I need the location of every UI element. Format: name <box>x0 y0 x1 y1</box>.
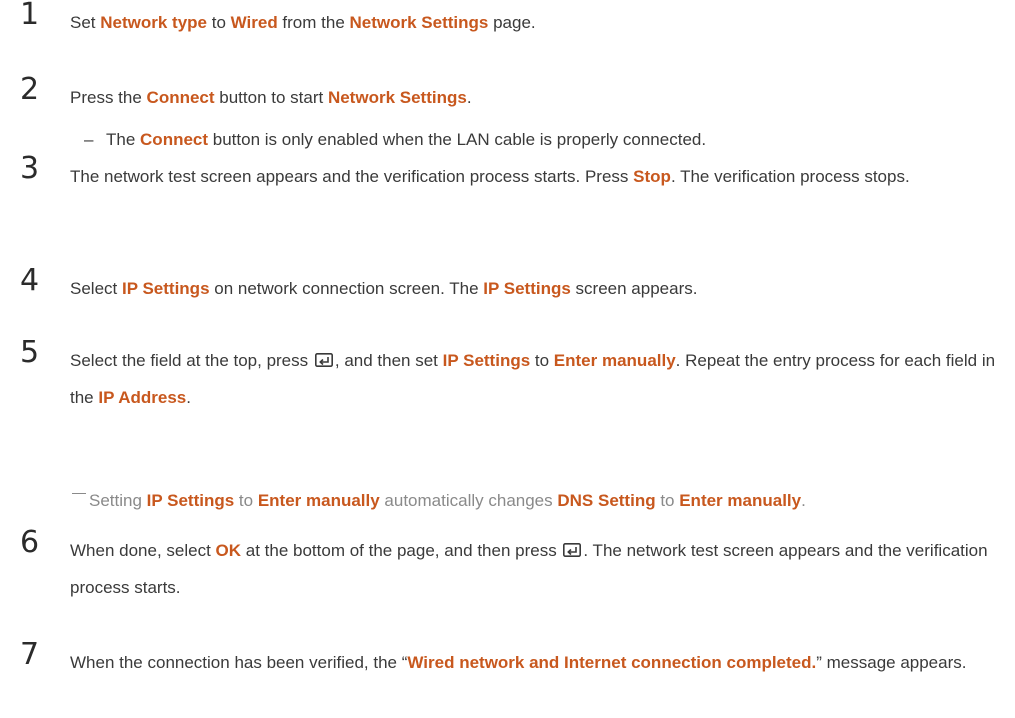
step-number: 3 <box>20 151 40 186</box>
step-text: The network test screen appears and the … <box>70 167 910 186</box>
note-dns-setting: Setting IP Settings to Enter manually au… <box>72 488 806 514</box>
note-connect-enabled: – The Connect button is only enabled when… <box>84 127 706 153</box>
step-number: 6 <box>20 525 40 560</box>
step-text: Press the Connect button to start Networ… <box>70 88 472 107</box>
step-text: When done, select OK at the bottom of th… <box>70 541 988 597</box>
enter-key-icon <box>314 353 333 367</box>
note-dash: – <box>84 130 94 149</box>
step-number: 4 <box>20 263 40 298</box>
step-text: When the connection has been verified, t… <box>70 653 967 672</box>
step-text: Set Network type to Wired from the Netwo… <box>70 13 536 32</box>
step-number: 1 <box>20 0 40 32</box>
note-bar <box>72 493 86 495</box>
step-number: 7 <box>20 637 40 672</box>
step-number: 5 <box>20 335 40 370</box>
step-text: Select IP Settings on network connection… <box>70 279 698 298</box>
step-number: 2 <box>20 72 40 107</box>
step-text: Select the field at the top, press , and… <box>70 351 996 407</box>
enter-key-icon <box>563 543 582 557</box>
